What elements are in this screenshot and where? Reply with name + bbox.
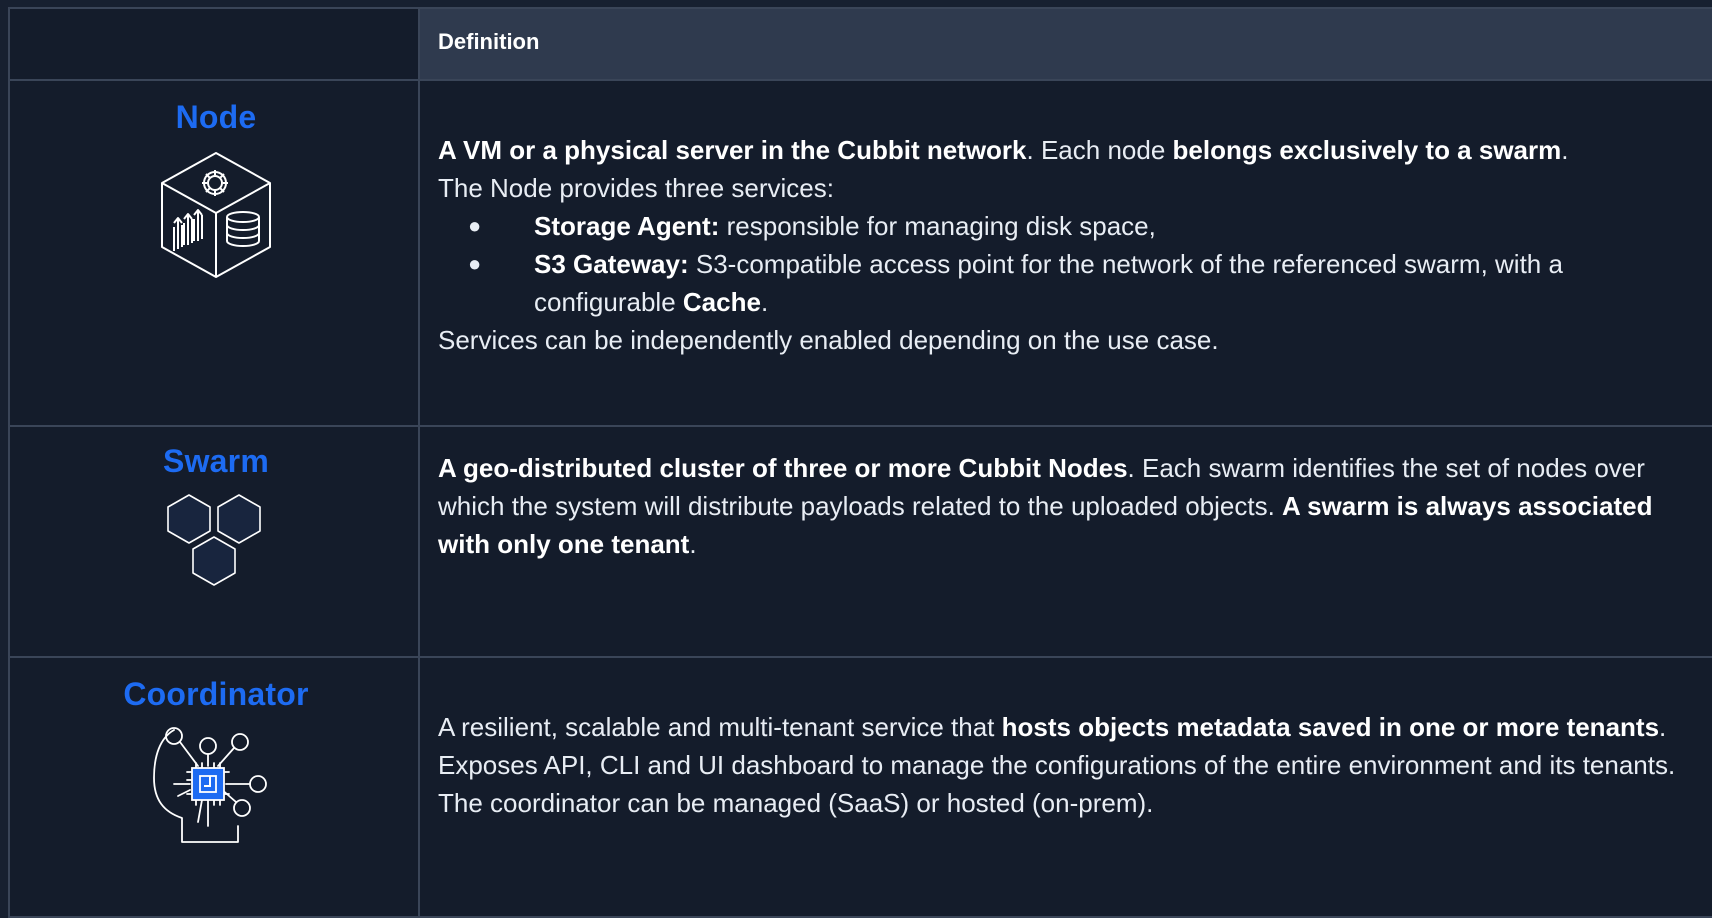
node-p1-seg0: A VM or a physical server in the Cubbit … — [438, 135, 1027, 165]
header-term-cell — [8, 9, 420, 79]
header-definition-label: Definition — [438, 29, 540, 54]
node-p1-seg2: belongs exclusively to a swarm — [1172, 135, 1562, 165]
list-item: ● S3 Gateway: S3-compatible access point… — [438, 245, 1698, 321]
node-cube-icon — [161, 152, 271, 278]
swarm-p1-seg3: . — [689, 529, 697, 559]
node-services-list: ● Storage Agent: responsible for managin… — [438, 207, 1698, 321]
node-paragraph-1: A VM or a physical server in the Cubbit … — [438, 131, 1698, 169]
term-cell-swarm: Swarm — [8, 427, 420, 656]
swarm-p1-seg0: A geo-distributed cluster of three or mo… — [438, 453, 1128, 483]
bullet-dot: ● — [468, 251, 482, 276]
term-title-swarm: Swarm — [163, 443, 269, 479]
definition-cell-node: A VM or a physical server in the Cubbit … — [420, 81, 1712, 425]
definition-text-swarm: A geo-distributed cluster of three or mo… — [438, 449, 1698, 563]
node-p1-seg3: . — [1561, 135, 1569, 165]
coordinator-chip-head-icon — [153, 727, 267, 843]
table-header-row: Definition — [8, 9, 1712, 81]
node-b1-seg2: Cache — [682, 287, 761, 317]
swarm-hexagons-icon — [167, 494, 261, 586]
coord-p1-seg1: hosts objects metadata saved in one or m… — [1001, 712, 1660, 742]
definition-cell-swarm: A geo-distributed cluster of three or mo… — [420, 427, 1712, 656]
list-item: ● Storage Agent: responsible for managin… — [438, 207, 1698, 245]
definition-text-node: A VM or a physical server in the Cubbit … — [438, 131, 1698, 359]
node-b0-seg0: Storage Agent: — [534, 211, 720, 241]
node-p1-seg1: . Each node — [1026, 135, 1173, 165]
coordinator-definition-paragraph: A resilient, scalable and multi-tenant s… — [438, 708, 1700, 822]
node-b1-seg3: . — [760, 287, 769, 317]
node-paragraph-2: The Node provides three services: — [438, 173, 834, 203]
table-row-swarm: Swarm A geo-distributed cluster of three… — [8, 427, 1712, 658]
term-cell-node: Node — [8, 81, 420, 425]
term-title-coordinator: Coordinator — [123, 676, 309, 712]
term-title-node: Node — [175, 99, 257, 135]
bullet-dot: ● — [468, 213, 482, 238]
node-b1-seg0: S3 Gateway: — [534, 249, 689, 279]
term-cell-coordinator: Coordinator — [8, 658, 420, 916]
node-b0-seg1: responsible for managing disk space, — [719, 211, 1156, 241]
table-row-node: Node A VM or a physical server in the Cu… — [8, 81, 1712, 427]
node-paragraph-3: Services can be independently enabled de… — [438, 325, 1219, 355]
header-definition-cell: Definition — [420, 9, 1712, 79]
coord-p1-seg0: A resilient, scalable and multi-tenant s… — [438, 712, 1002, 742]
